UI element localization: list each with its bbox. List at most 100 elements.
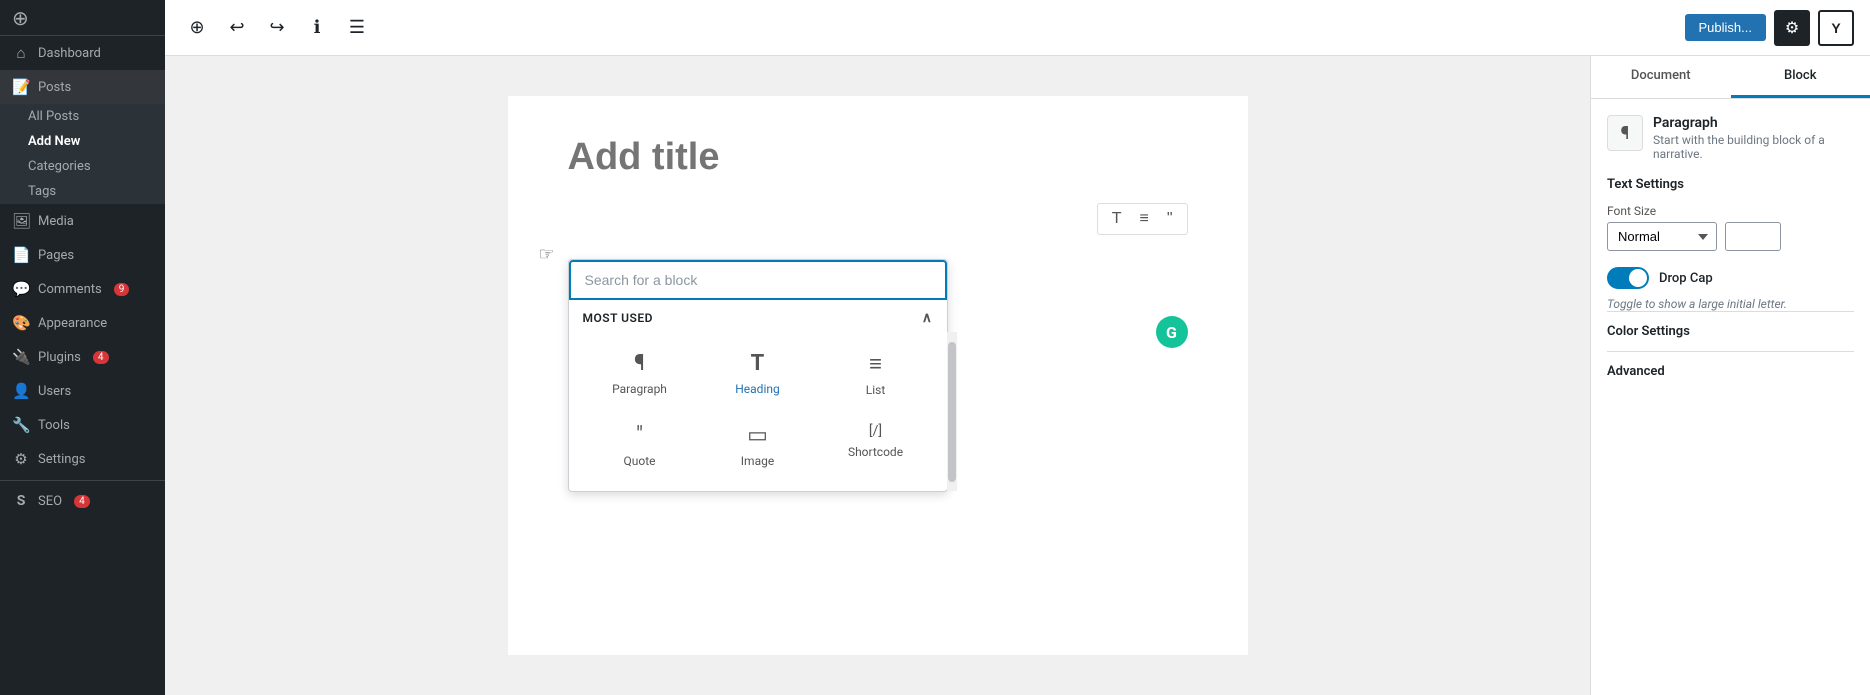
drop-cap-label: Drop Cap <box>1659 271 1713 286</box>
seo-badge: 4 <box>74 495 90 508</box>
plugins-badge: 4 <box>93 351 109 364</box>
right-panel-tabs: Document Block <box>1591 56 1870 99</box>
seo-icon: S <box>12 493 30 509</box>
sidebar-item-label: Comments <box>38 282 102 297</box>
sidebar-item-seo[interactable]: S SEO 4 <box>0 485 165 517</box>
shortcode-block-icon: [/] <box>869 423 882 439</box>
redo-button[interactable]: ↪ <box>261 12 293 44</box>
block-info: ¶ Paragraph Start with the building bloc… <box>1607 115 1854 161</box>
block-item-shortcode[interactable]: [/] Shortcode <box>819 412 933 479</box>
sidebar-sub-tags[interactable]: Tags <box>0 179 165 204</box>
sidebar-item-comments[interactable]: 💬 Comments 9 <box>0 272 165 306</box>
block-info-desc: Start with the building block of a narra… <box>1653 133 1854 161</box>
block-info-icon: ¶ <box>1607 115 1643 151</box>
undo-button[interactable]: ↩ <box>221 12 253 44</box>
block-item-image[interactable]: ▭ Image <box>701 412 815 479</box>
scrollbar-thumb[interactable] <box>948 342 956 482</box>
info-button[interactable]: ℹ <box>301 12 333 44</box>
paragraph-block-icon: ¶ <box>634 351 645 376</box>
info-icon: ℹ <box>314 17 321 38</box>
sidebar-sub-add-new[interactable]: Add New <box>0 129 165 154</box>
dashboard-icon: ⌂ <box>12 44 30 62</box>
sidebar-logo: ⊕ <box>0 0 165 36</box>
tab-block[interactable]: Block <box>1731 56 1870 98</box>
publish-button[interactable]: Publish... <box>1685 14 1766 41</box>
wp-logo-icon: ⊕ <box>12 6 29 30</box>
list-block-icon: ≡ <box>869 351 882 377</box>
most-used-label: Most Used <box>583 311 653 325</box>
undo-icon: ↩ <box>229 17 244 38</box>
tab-document[interactable]: Document <box>1591 56 1731 98</box>
posts-icon: 📝 <box>12 78 30 96</box>
editor-area: G ☞ T ≡ " <box>165 56 1590 695</box>
add-block-button[interactable]: ⊕ <box>181 12 213 44</box>
comments-icon: 💬 <box>12 280 30 298</box>
sidebar-sub-categories[interactable]: Categories <box>0 154 165 179</box>
sidebar-item-users[interactable]: 👤 Users <box>0 374 165 408</box>
plugins-icon: 🔌 <box>12 348 30 366</box>
grammarly-icon: G <box>1156 316 1188 348</box>
block-toolbar: T ≡ " <box>1097 203 1188 235</box>
list-block-label: List <box>866 383 886 397</box>
paragraph-format-button[interactable]: T <box>1106 208 1128 230</box>
sidebar-item-tools[interactable]: 🔧 Tools <box>0 408 165 442</box>
sidebar-item-label: Pages <box>38 248 74 263</box>
heading-block-label: Heading <box>735 382 780 396</box>
quote-block-label: Quote <box>623 454 655 468</box>
list-icon: ☰ <box>349 17 365 38</box>
main-area: ⊕ ↩ ↪ ℹ ☰ Publish... ⚙ Y <box>165 0 1870 695</box>
gear-icon: ⚙ <box>1785 18 1799 38</box>
quote-format-button[interactable]: " <box>1161 208 1179 230</box>
settings-icon: ⚙ <box>12 450 30 468</box>
media-icon: 🖼 <box>12 212 30 230</box>
sidebar-item-appearance[interactable]: 🎨 Appearance <box>0 306 165 340</box>
most-used-header: Most Used ∧ <box>569 300 947 332</box>
block-handle[interactable]: ☞ <box>532 239 562 269</box>
block-info-title: Paragraph <box>1653 115 1854 131</box>
block-item-heading[interactable]: T Heading <box>701 340 815 408</box>
list-format-button[interactable]: ≡ <box>1133 208 1154 230</box>
text-settings-title: Text Settings <box>1607 177 1854 192</box>
sidebar-item-label: Dashboard <box>38 46 101 61</box>
font-size-controls: Normal Small Medium Large Huge <box>1607 222 1854 251</box>
add-icon: ⊕ <box>189 17 204 38</box>
topbar-right: Publish... ⚙ Y <box>1685 10 1854 46</box>
block-search-input[interactable] <box>569 260 947 300</box>
handle-icon: ☞ <box>538 244 554 265</box>
sidebar-item-pages[interactable]: 📄 Pages <box>0 238 165 272</box>
topbar: ⊕ ↩ ↪ ℹ ☰ Publish... ⚙ Y <box>165 0 1870 56</box>
chevron-up-icon: ∧ <box>922 310 933 326</box>
drop-cap-desc: Toggle to show a large initial letter. <box>1607 297 1854 311</box>
sidebar-item-dashboard[interactable]: ⌂ Dashboard <box>0 36 165 70</box>
font-size-select[interactable]: Normal Small Medium Large Huge <box>1607 222 1717 251</box>
yoast-icon: Y <box>1831 20 1840 36</box>
right-panel-body: ¶ Paragraph Start with the building bloc… <box>1591 99 1870 407</box>
advanced-section[interactable]: Advanced <box>1607 351 1854 391</box>
list-view-button[interactable]: ☰ <box>341 12 373 44</box>
sidebar-divider <box>0 480 165 481</box>
sidebar-item-media[interactable]: 🖼 Media <box>0 204 165 238</box>
block-grid: ¶ Paragraph T Heading ≡ List <box>569 332 947 491</box>
sidebar-item-settings[interactable]: ⚙ Settings <box>0 442 165 476</box>
block-item-quote[interactable]: " Quote <box>583 412 697 479</box>
sidebar-item-plugins[interactable]: 🔌 Plugins 4 <box>0 340 165 374</box>
sidebar-item-label: Settings <box>38 452 85 467</box>
block-item-list[interactable]: ≡ List <box>819 340 933 408</box>
yoast-button[interactable]: Y <box>1818 10 1854 46</box>
color-settings-section[interactable]: Color Settings <box>1607 311 1854 351</box>
sidebar-item-posts[interactable]: 📝 Posts <box>0 70 165 104</box>
scrollbar-track[interactable] <box>947 332 957 491</box>
sidebar-sub-all-posts[interactable]: All Posts <box>0 104 165 129</box>
heading-block-icon: T <box>751 351 765 376</box>
block-item-paragraph[interactable]: ¶ Paragraph <box>583 340 697 408</box>
drop-cap-toggle[interactable] <box>1607 267 1649 289</box>
sidebar: ⊕ ⌂ Dashboard 📝 Posts All Posts Add New … <box>0 0 165 695</box>
editor-settings-button[interactable]: ⚙ <box>1774 10 1810 46</box>
post-title-input[interactable] <box>568 136 1188 179</box>
font-size-custom-input[interactable] <box>1725 222 1781 251</box>
appearance-icon: 🎨 <box>12 314 30 332</box>
pages-icon: 📄 <box>12 246 30 264</box>
font-size-row: Font Size Normal Small Medium Large Huge <box>1607 204 1854 251</box>
sidebar-item-label: Appearance <box>38 316 107 331</box>
users-icon: 👤 <box>12 382 30 400</box>
